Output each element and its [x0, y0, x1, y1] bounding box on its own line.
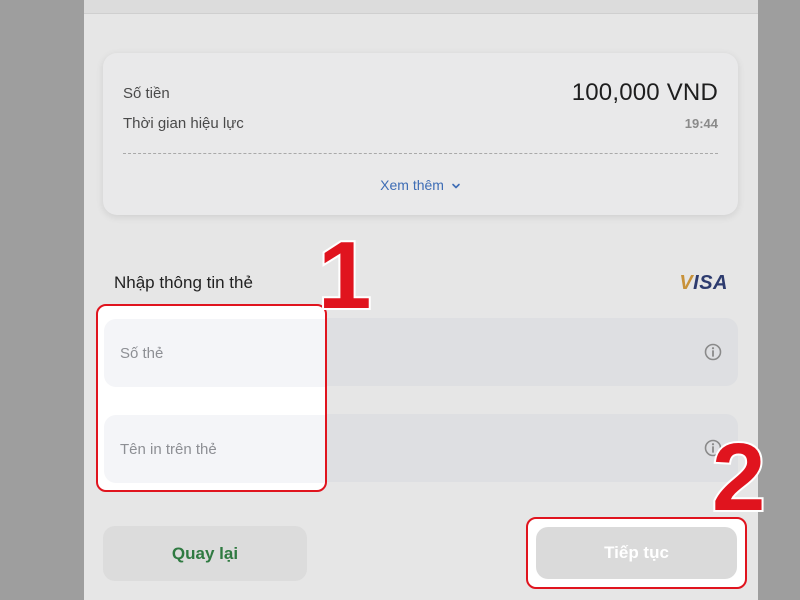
- step-marker-1: 1: [316, 222, 373, 329]
- validity-label: Thời gian hiệu lực: [123, 115, 244, 132]
- chevron-down-icon: [452, 183, 460, 189]
- step-marker-2: 2: [710, 424, 767, 531]
- step-1-highlight: Số thẻ Tên in trên thẻ: [96, 304, 327, 492]
- visa-logo: VISA: [679, 272, 728, 294]
- payment-summary-card: Số tiền 100,000 VND Thời gian hiệu lực 1…: [103, 53, 738, 215]
- back-button[interactable]: Quay lại: [103, 526, 307, 581]
- info-icon[interactable]: [704, 343, 722, 361]
- card-number-spotlight[interactable]: Số thẻ: [104, 319, 325, 387]
- see-more-link[interactable]: Xem thêm: [103, 177, 738, 193]
- amount-label: Số tiền: [123, 85, 170, 102]
- top-strip: [84, 0, 758, 14]
- card-info-title: Nhập thông tin thẻ: [114, 273, 253, 292]
- card-name-placeholder: Tên in trên thẻ: [120, 441, 217, 458]
- card-number-placeholder: Số thẻ: [120, 345, 164, 362]
- payment-panel: Số tiền 100,000 VND Thời gian hiệu lực 1…: [84, 0, 758, 600]
- amount-value: 100,000 VND: [571, 79, 718, 106]
- dashed-divider: [123, 153, 718, 154]
- card-name-spotlight[interactable]: Tên in trên thẻ: [104, 415, 325, 483]
- continue-button[interactable]: Tiếp tục: [536, 527, 737, 579]
- validity-countdown: 19:44: [684, 116, 718, 131]
- see-more-label: Xem thêm: [380, 177, 444, 193]
- left-dim-area: [0, 0, 84, 600]
